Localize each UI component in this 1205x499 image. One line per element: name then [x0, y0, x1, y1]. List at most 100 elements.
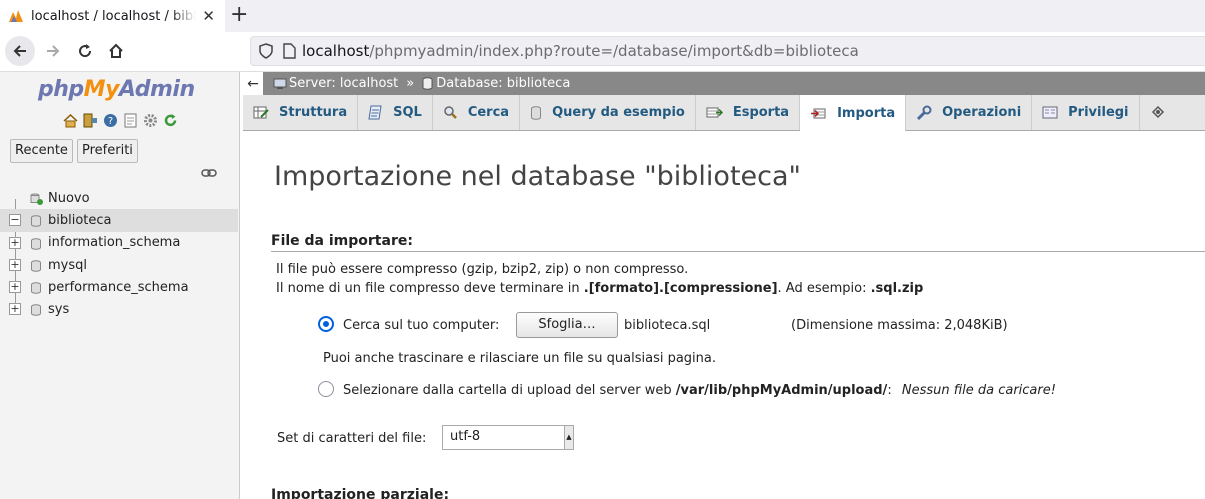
browser-tab-title: localhost / localhost / biblioteca | php… — [31, 8, 196, 24]
wrench-icon — [916, 105, 932, 121]
selected-file-name: biblioteca.sql — [624, 318, 711, 333]
main-content: Importazione nel database "biblioteca" F… — [243, 131, 1205, 499]
max-size-label: (Dimensione massima: 2,048KiB) — [791, 318, 1008, 333]
database-tree: Nuovo − biblioteca + information_schema … — [0, 187, 238, 321]
tree-item-label: mysql — [48, 257, 87, 273]
info-example: .sql.zip — [870, 281, 924, 296]
tab-search[interactable]: Cerca — [433, 95, 521, 130]
upload-dir-suffix: : — [887, 383, 892, 398]
tab-export[interactable]: Esporta — [696, 95, 801, 130]
home-icon — [109, 43, 123, 58]
home-button[interactable] — [101, 36, 131, 66]
tree-item-new[interactable]: Nuovo — [0, 187, 238, 209]
reload-button[interactable] — [70, 36, 100, 66]
privileges-icon — [1042, 106, 1058, 119]
charset-select[interactable]: utf-8 ▲ — [442, 425, 574, 450]
sql-icon — [368, 105, 383, 120]
tab-operations[interactable]: Operazioni — [906, 95, 1033, 130]
charset-value: utf-8 — [450, 429, 481, 444]
tab-sql[interactable]: SQL — [358, 95, 433, 130]
phpmyadmin-logo[interactable]: phpMyAdmin — [38, 77, 195, 102]
breadcrumb-server[interactable]: Server: localhost — [273, 76, 398, 91]
gear-icon[interactable] — [142, 112, 159, 129]
recent-button[interactable]: Recente — [10, 139, 73, 163]
url-text[interactable]: localhost/phpmyadmin/index.php?route=/da… — [302, 42, 859, 60]
back-button[interactable] — [5, 36, 35, 66]
structure-icon — [253, 105, 269, 120]
drag-drop-hint: Puoi anche trascinare e rilasciare un fi… — [323, 351, 717, 366]
tree-item-sys[interactable]: + sys — [0, 298, 238, 320]
expand-icon[interactable]: + — [9, 303, 21, 316]
close-tab-icon[interactable]: ✕ — [202, 7, 215, 25]
reload-icon[interactable] — [162, 112, 179, 129]
tree-item-label: Nuovo — [48, 190, 90, 206]
database-icon — [31, 304, 41, 317]
tab-privileges[interactable]: Privilegi — [1032, 95, 1140, 130]
tree-item-information-schema[interactable]: + information_schema — [0, 232, 238, 254]
radio-upload-server[interactable] — [318, 381, 334, 397]
tree-item-label: performance_schema — [48, 279, 189, 295]
breadcrumb-separator: » — [406, 76, 415, 91]
home-icon[interactable] — [62, 112, 79, 129]
collapse-panel-icon[interactable]: ← — [243, 72, 263, 95]
tab-label: Query da esempio — [552, 105, 685, 120]
tree-item-performance-schema[interactable]: + performance_schema — [0, 276, 238, 298]
tab-structure[interactable]: Struttura — [243, 95, 359, 130]
info-line-1: Il file può essere compresso (gzip, bzip… — [276, 262, 689, 277]
page-icon — [283, 43, 296, 59]
tree-item-label: information_schema — [48, 235, 181, 251]
browser-tab-bar: localhost / localhost / biblioteca | php… — [0, 0, 1205, 32]
breadcrumb-database-label: Database: biblioteca — [436, 76, 571, 91]
partial-import-title: Importazione parziale: — [271, 487, 450, 499]
server-icon — [273, 78, 287, 89]
database-icon — [31, 282, 41, 294]
phpmyadmin-favicon-icon — [9, 10, 23, 22]
export-icon — [706, 105, 723, 120]
browser-nav-bar: localhost/phpmyadmin/index.php?route=/da… — [0, 32, 1205, 72]
tab-import[interactable]: Importa — [800, 95, 907, 131]
collapse-icon[interactable]: − — [9, 214, 21, 227]
no-files-message: Nessun file da caricare! — [901, 383, 1056, 398]
shield-icon[interactable] — [259, 43, 273, 59]
radio-upload-computer[interactable] — [318, 316, 334, 332]
url-bar[interactable]: localhost/phpmyadmin/index.php?route=/da… — [250, 36, 1205, 66]
favorites-button[interactable]: Preferiti — [77, 139, 138, 163]
logo-my: My — [83, 77, 120, 102]
tab-label: Cerca — [467, 105, 510, 120]
forward-button[interactable] — [38, 36, 68, 66]
new-tab-icon[interactable]: + — [230, 3, 248, 27]
browser-tab[interactable]: localhost / localhost / biblioteca | php… — [0, 0, 225, 32]
database-icon — [31, 215, 41, 228]
logout-icon[interactable] — [82, 112, 99, 129]
tree-item-biblioteca[interactable]: − biblioteca — [0, 209, 238, 232]
expand-icon[interactable]: + — [9, 258, 21, 271]
link-icon[interactable] — [201, 168, 217, 178]
tree-item-label: biblioteca — [48, 212, 112, 228]
expand-icon[interactable]: + — [9, 236, 21, 249]
database-icon — [422, 77, 433, 90]
documentation-icon[interactable] — [122, 112, 139, 129]
info-text: . Ad esempio: — [777, 281, 871, 296]
expand-icon[interactable]: + — [9, 281, 21, 294]
browse-button[interactable]: Sfoglia… — [516, 312, 618, 338]
tab-label: Operazioni — [942, 105, 1022, 120]
tab-label: Struttura — [279, 105, 348, 120]
tab-query[interactable]: Query da esempio — [520, 95, 696, 130]
upload-computer-label: Cerca sul tuo computer: — [343, 318, 500, 333]
routines-icon — [1150, 104, 1167, 121]
breadcrumb: ← Server: localhost » Database: bibliote… — [243, 72, 1205, 95]
reload-icon — [79, 44, 92, 58]
tab-label: SQL — [393, 105, 422, 120]
charset-label: Set di caratteri del file: — [277, 431, 427, 446]
database-icon — [31, 260, 41, 272]
svg-text:?: ? — [108, 116, 113, 127]
breadcrumb-database[interactable]: Database: biblioteca — [422, 76, 570, 91]
tab-more[interactable] — [1140, 95, 1187, 130]
help-icon[interactable]: ? — [102, 112, 119, 129]
upload-dir: /var/lib/phpMyAdmin/upload/ — [675, 383, 888, 398]
search-icon — [443, 105, 458, 120]
tree-item-mysql[interactable]: + mysql — [0, 254, 238, 276]
tab-label: Importa — [837, 105, 896, 121]
import-icon — [810, 106, 827, 121]
file-section-title: File da importare: — [271, 233, 1205, 252]
